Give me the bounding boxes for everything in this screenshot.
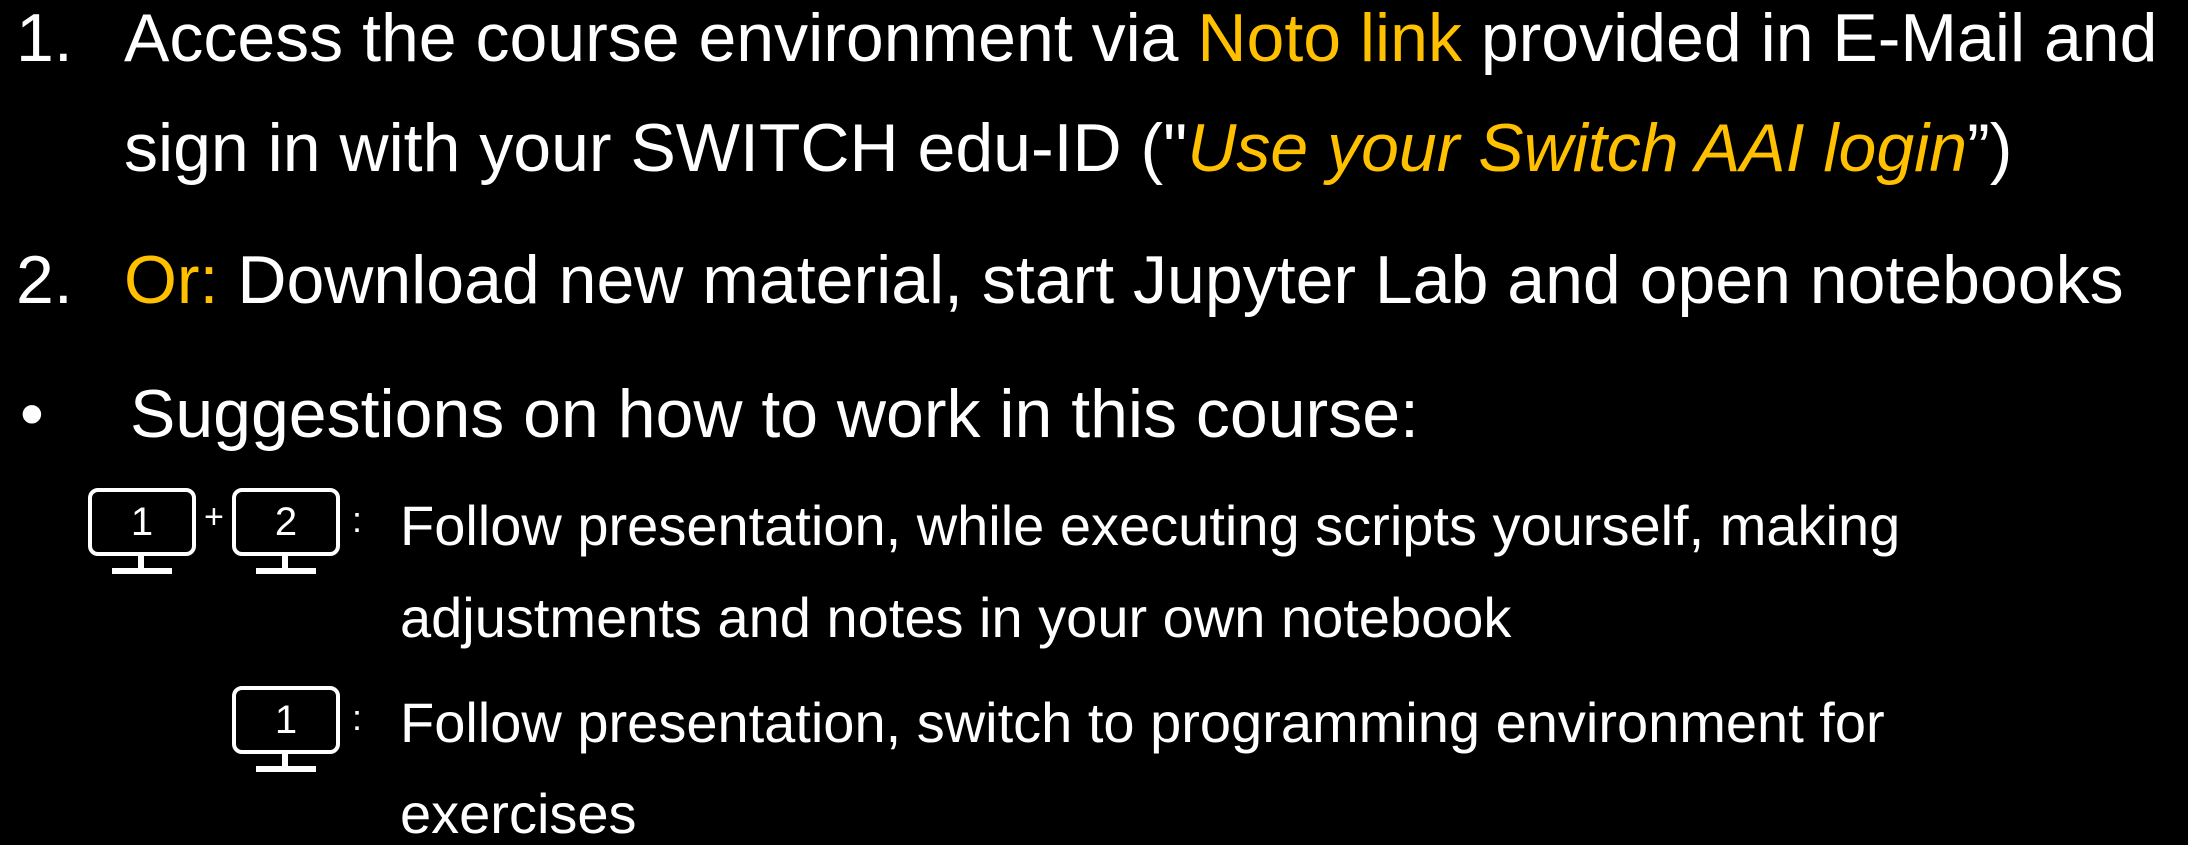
suggestion2-colon: : — [352, 697, 363, 738]
item2-lead: Or: — [124, 242, 219, 318]
plus-sign: + — [204, 498, 224, 536]
monitor-stand — [138, 556, 144, 568]
monitor-icon: 1 — [232, 686, 340, 772]
item1-line1-post: provided in E-Mail and — [1461, 0, 2158, 76]
monitor-base — [256, 568, 316, 574]
monitor-icon: 2 — [232, 488, 340, 574]
item1-line1-pre: Access the course environment via — [124, 0, 1198, 76]
monitor-base — [256, 766, 316, 772]
item1-line2-pre: sign in with your SWITCH edu-ID (" — [124, 110, 1188, 186]
bullet-text: Suggestions on how to work in this cours… — [130, 376, 1419, 452]
suggestion2-line2: exercises — [400, 782, 637, 845]
monitor-base — [112, 568, 172, 574]
bullet-symbol: • — [20, 376, 44, 452]
switch-aai-hint: Use your Switch AAI login — [1187, 110, 1968, 186]
item1-line1: Access the course environment via Noto l… — [124, 4, 2157, 72]
suggestion1-line2: adjustments and notes in your own notebo… — [400, 586, 1512, 649]
monitor-stand — [282, 556, 288, 568]
monitor-screen: 1 — [232, 686, 340, 754]
item1-line2-post: ”) — [1967, 110, 2013, 186]
item1-number: 1. — [16, 0, 73, 76]
monitor-stand — [282, 754, 288, 766]
noto-link[interactable]: Noto link — [1197, 0, 1462, 76]
item2-text: Download new material, start Jupyter Lab… — [218, 242, 2124, 318]
item2-number: 2. — [16, 242, 73, 318]
suggestion2-line1: Follow presentation, switch to programmi… — [400, 691, 1885, 754]
monitor-screen: 1 — [88, 488, 196, 556]
suggestion1-line1: Follow presentation, while executing scr… — [400, 494, 1901, 557]
monitor-icon: 1 — [88, 488, 196, 574]
monitor-screen: 2 — [232, 488, 340, 556]
item1-line2: sign in with your SWITCH edu-ID ("Use yo… — [124, 114, 2012, 182]
item2-line: Or: Download new material, start Jupyter… — [124, 246, 2124, 314]
suggestion1-colon: : — [352, 499, 363, 540]
